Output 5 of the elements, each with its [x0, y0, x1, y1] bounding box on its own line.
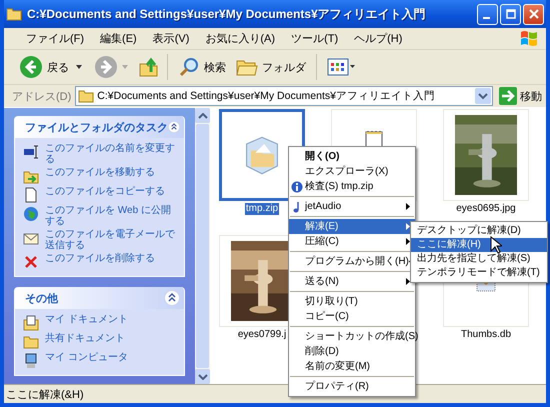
- panel-title: ファイルとフォルダのタスク: [25, 120, 168, 134]
- panel-title: その他: [25, 292, 58, 306]
- status-text: ここに解凍(&H): [6, 388, 84, 402]
- window-title: C:¥Documents and Settings¥user¥My Documents¥アフィリエイト入門: [27, 6, 427, 22]
- address-label: アドレス(D): [12, 90, 72, 104]
